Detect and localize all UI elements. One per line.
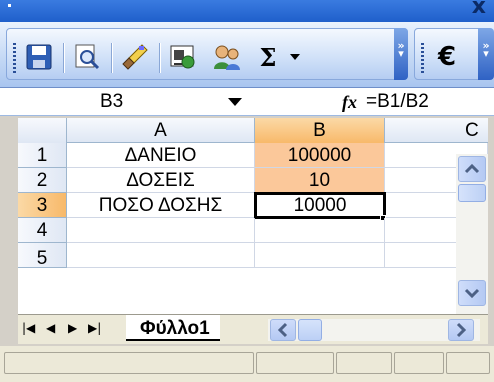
row-header-4[interactable]: 4 xyxy=(18,218,67,243)
standard-toolbar: Σ » ▾ € » ▾ xyxy=(0,22,494,88)
column-header-a[interactable]: A xyxy=(67,118,255,143)
last-sheet-icon[interactable]: ▶| xyxy=(88,321,101,335)
print-preview-button[interactable] xyxy=(69,39,105,75)
first-sheet-icon[interactable]: |◀ xyxy=(22,321,35,335)
sigma-icon: Σ xyxy=(259,42,277,72)
horizontal-scrollbar[interactable] xyxy=(268,319,480,341)
previous-sheet-icon[interactable]: ◀ xyxy=(46,321,55,335)
row-header-2[interactable]: 2 xyxy=(18,168,67,193)
cell-b1[interactable]: 100000 xyxy=(255,143,385,168)
cell-a5[interactable] xyxy=(67,243,255,268)
vertical-scroll-thumb[interactable] xyxy=(458,184,486,202)
resize-grip[interactable] xyxy=(446,352,490,374)
chevron-left-icon xyxy=(277,322,288,338)
column-header-b[interactable]: B xyxy=(255,118,385,143)
select-all-corner[interactable] xyxy=(18,118,67,143)
title-dot xyxy=(8,4,11,7)
cell-a2[interactable]: ΔΟΣΕΙΣ xyxy=(67,168,255,193)
name-box[interactable]: B3 xyxy=(4,90,260,114)
row-header-3[interactable]: 3 xyxy=(18,193,67,218)
status-panel-4 xyxy=(394,352,444,374)
cell-b4[interactable] xyxy=(255,218,385,243)
row-header-5[interactable]: 5 xyxy=(18,243,67,268)
status-panel-main xyxy=(4,352,254,374)
spreadsheet-grid[interactable]: A B C 1 2 3 4 5 ΔΑΝΕΙΟ 100000 ΔΟΣΕΙΣ 10 … xyxy=(18,118,488,314)
save-button[interactable] xyxy=(21,39,57,75)
cell-a4[interactable] xyxy=(67,218,255,243)
print-preview-icon xyxy=(75,44,100,70)
autosum-dropdown[interactable] xyxy=(283,39,307,75)
status-panel-3 xyxy=(336,352,392,374)
toolbar-grip[interactable] xyxy=(13,43,16,75)
next-sheet-icon[interactable]: ▶ xyxy=(68,321,77,335)
column-header-c[interactable]: C xyxy=(385,118,488,143)
autosum-button[interactable]: Σ xyxy=(253,39,283,75)
scroll-right-button[interactable] xyxy=(448,319,474,341)
cell-b2[interactable]: 10 xyxy=(255,168,385,193)
research-icon xyxy=(214,45,240,70)
status-panel-2 xyxy=(256,352,334,374)
sheet-tab-active[interactable]: Φύλλο1 xyxy=(126,315,220,341)
scroll-up-button[interactable] xyxy=(458,156,486,182)
cell-b3-active[interactable]: 10000 xyxy=(254,192,386,219)
toolbar-grip[interactable] xyxy=(421,43,424,75)
cell-a3[interactable]: ΠΟΣΟ ΔΟΣΗΣ xyxy=(67,193,255,218)
scroll-down-button[interactable] xyxy=(458,280,486,306)
chevron-down-icon xyxy=(290,54,300,60)
name-box-dropdown-icon[interactable] xyxy=(228,98,242,106)
toolbar-separator xyxy=(111,43,112,73)
vertical-scrollbar[interactable] xyxy=(456,154,488,314)
cell-a1[interactable]: ΔΑΝΕΙΟ xyxy=(67,143,255,168)
close-icon[interactable]: x xyxy=(472,0,486,19)
hyperlink-icon xyxy=(170,45,195,69)
chevron-right-icon xyxy=(456,322,467,338)
format-painter-icon xyxy=(122,44,148,70)
currency-button[interactable]: € xyxy=(429,39,465,75)
sheet-tab-bar: |◀ ◀ ▶ ▶| Φύλλο1 xyxy=(18,314,488,344)
status-bar xyxy=(0,346,494,382)
insert-function-button[interactable]: fx xyxy=(342,90,357,114)
cell-b5[interactable] xyxy=(255,243,385,268)
formula-bar: B3 fx =B1/B2 xyxy=(0,88,494,116)
format-painter-button[interactable] xyxy=(117,39,153,75)
formula-input[interactable]: =B1/B2 xyxy=(366,90,429,114)
horizontal-scroll-thumb[interactable] xyxy=(298,319,322,341)
toolbar-options-chevron[interactable]: » ▾ xyxy=(394,28,408,80)
chevron-down-icon xyxy=(464,288,480,299)
research-button[interactable] xyxy=(209,39,245,75)
chevron-up-icon xyxy=(464,163,480,174)
toolbar-separator xyxy=(63,43,64,73)
toolbar-group-standard: Σ xyxy=(6,28,408,80)
scroll-left-button[interactable] xyxy=(270,319,296,341)
euro-icon: € xyxy=(437,42,457,72)
window-title-bar: x xyxy=(0,0,494,22)
toolbar-options-chevron-2[interactable]: » ▾ xyxy=(478,28,494,80)
save-icon xyxy=(26,44,52,70)
row-header-1[interactable]: 1 xyxy=(18,143,67,168)
toolbar-separator xyxy=(159,43,160,73)
insert-hyperlink-button[interactable] xyxy=(165,39,201,75)
toolbar-group-formatting: € xyxy=(414,28,486,80)
